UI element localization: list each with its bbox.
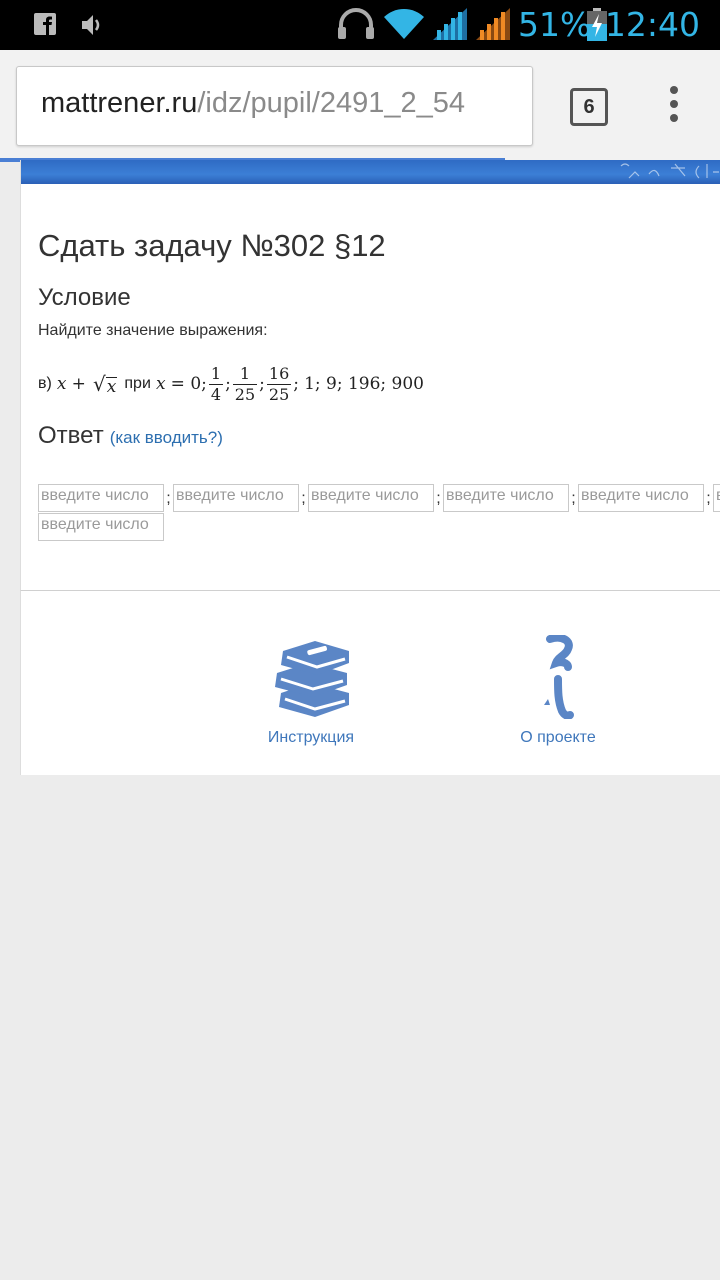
at-word: при — [124, 375, 151, 392]
facebook-icon — [34, 13, 56, 35]
fraction-denominator: 4 — [208, 383, 224, 404]
page-title: Сдать задачу №302 §12 — [38, 228, 386, 263]
fraction-numerator: 16 — [268, 363, 290, 383]
equals-zero: = 0; — [170, 374, 207, 394]
fraction-denominator: 25 — [266, 383, 292, 404]
overflow-menu-icon[interactable] — [664, 86, 684, 126]
answer-inputs-row: введите число; введите число; введите числ… — [38, 484, 720, 512]
how-to-enter-link[interactable]: (как вводить?) — [110, 428, 223, 447]
fraction-numerator: 1 — [210, 363, 222, 383]
footer: Инструкция О проекте — [20, 590, 720, 775]
status-bar: 51% 12:40 — [0, 0, 720, 50]
formula-decoration-icon — [620, 163, 719, 179]
fraction-2: 1 25 — [232, 363, 258, 405]
fraction-1: 14 — [208, 363, 224, 405]
math-expression: в) x + √ x при x = 0; 1 4; 1 25; 16 25; 1; 9… — [38, 360, 424, 408]
input-separator: ; — [436, 490, 441, 507]
var-x-2: x — [155, 374, 166, 394]
instruction-link[interactable]: Инструкция — [266, 635, 356, 747]
info-figure-icon — [544, 635, 574, 719]
signal-icon — [476, 8, 510, 40]
answer-input[interactable]: введите число — [173, 484, 299, 512]
answer-heading-row: Ответ (как вводить?) — [38, 422, 223, 450]
volume-icon — [82, 15, 100, 35]
task-card: Сдать задачу №302 §12 Условие Найдите зн… — [20, 160, 720, 590]
separator: ; — [293, 374, 299, 394]
input-separator: ; — [706, 490, 711, 507]
about-label: О проекте — [520, 729, 596, 746]
radical-sign-icon: √ — [92, 372, 106, 396]
answer-input[interactable]: введите число — [578, 484, 704, 512]
tabs-count-button[interactable]: 6 — [570, 88, 608, 126]
sqrt-x: √ x — [92, 372, 118, 397]
url-text[interactable]: mattrener.ru/idz/pupil/2491_2_54 — [41, 87, 465, 120]
signal-icon — [433, 8, 467, 40]
separator: ; — [259, 374, 265, 394]
var-x: x — [56, 374, 67, 394]
plus-sign: + — [71, 374, 86, 394]
url-bar[interactable]: mattrener.ru/idz/pupil/2491_2_54 — [16, 66, 533, 146]
sqrt-arg: x — [105, 377, 118, 397]
answer-inputs-row-2: введите число — [38, 513, 720, 541]
wifi-icon — [384, 9, 424, 39]
url-path: /idz/pupil/2491_2_54 — [197, 87, 466, 119]
battery-percent: 51% — [518, 5, 592, 44]
answer-input[interactable]: введите число — [308, 484, 434, 512]
separator: ; — [225, 374, 231, 394]
value-list: 1; 9; 196; 900 — [304, 374, 424, 394]
fraction-numerator: 1 — [239, 363, 251, 383]
url-domain: mattrener.ru — [41, 87, 198, 119]
item-label: в) — [38, 375, 52, 392]
answer-input[interactable]: введите число — [443, 484, 569, 512]
clock: 12:40 — [604, 5, 700, 44]
books-icon — [275, 641, 349, 717]
input-separator: ; — [301, 490, 306, 507]
answer-input[interactable]: введите число — [38, 513, 164, 541]
answer-input[interactable]: введите число — [713, 484, 720, 512]
input-separator: ; — [166, 490, 171, 507]
instruction-label: Инструкция — [267, 729, 355, 746]
header-banner — [21, 160, 720, 184]
answer-heading: Ответ — [38, 422, 104, 449]
headphones-icon — [338, 8, 374, 39]
input-separator: ; — [571, 490, 576, 507]
answer-input[interactable]: введите число — [38, 484, 164, 512]
task-text: Найдите значение выражения: — [38, 322, 268, 339]
fraction-denominator: 25 — [232, 383, 258, 404]
condition-heading: Условие — [38, 284, 131, 311]
about-link[interactable]: О проекте — [513, 635, 603, 747]
fraction-3: 16 25 — [266, 363, 292, 405]
